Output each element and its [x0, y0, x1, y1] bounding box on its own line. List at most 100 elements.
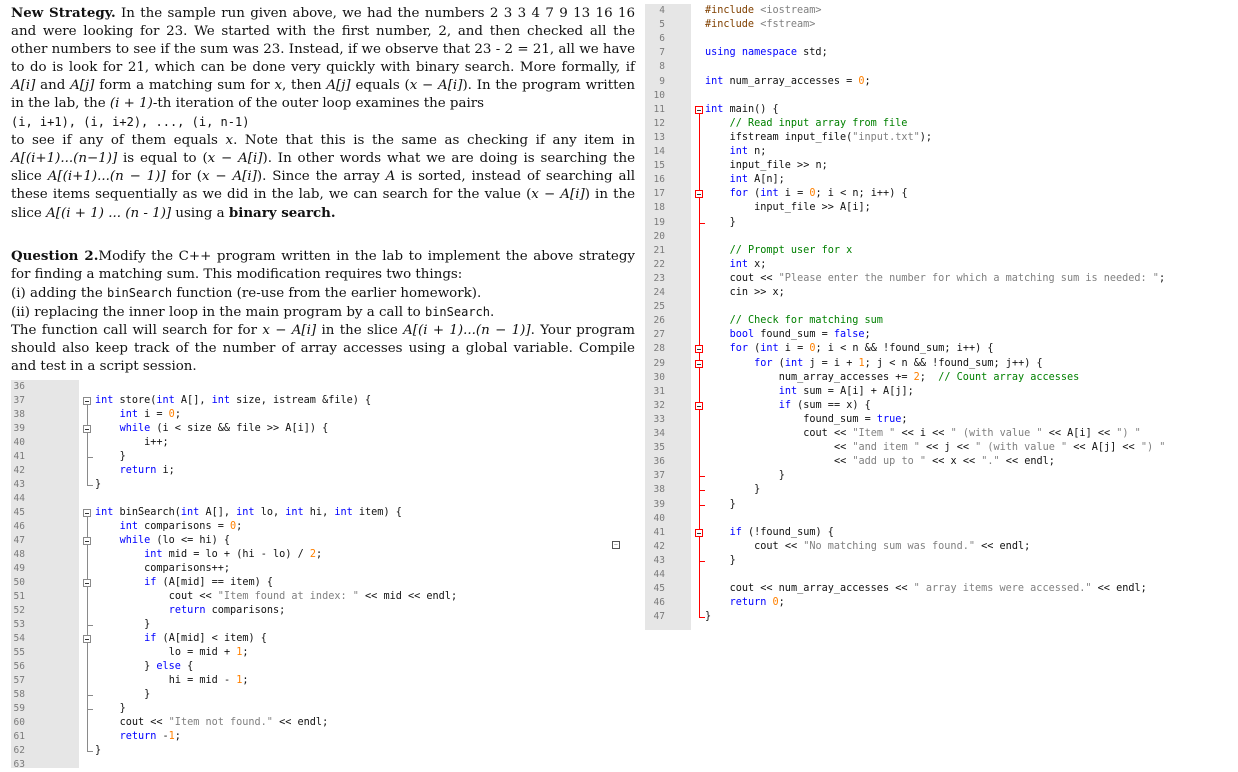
right-code-editor[interactable]: 4 #include <iostream> 5 #include <fstream> 6… — [645, 4, 1238, 630]
line-number: 44 — [13, 493, 25, 504]
code-line[interactable]: i++; — [95, 436, 169, 450]
code-line[interactable]: int main() { — [705, 103, 779, 117]
code-line[interactable]: int binSearch(int A[], int lo, int hi, i… — [95, 506, 402, 520]
code-keyword: false — [833, 329, 865, 341]
line-number: 17 — [653, 188, 665, 200]
code-line[interactable]: int sum = A[i] + A[j]; — [705, 385, 914, 399]
code-keyword: int — [285, 507, 304, 518]
fold-toggle-icon[interactable] — [83, 537, 91, 545]
code-token: } — [754, 484, 761, 496]
left-code-editor[interactable]: 36 37 int store(int A[], int size, istream… — [0, 380, 640, 770]
fold-toggle-icon[interactable] — [83, 425, 91, 433]
code-line[interactable]: while (lo <= hi) { — [95, 534, 231, 548]
fold-range-end — [87, 457, 93, 458]
code-line[interactable]: using namespace std; — [705, 46, 828, 60]
code-line[interactable]: int num_array_accesses = 0; — [705, 75, 871, 89]
code-line[interactable]: found_sum = true; — [705, 413, 908, 427]
fold-toggle-icon[interactable] — [695, 345, 703, 354]
fold-toggle-icon[interactable] — [695, 401, 703, 410]
code-line[interactable]: } — [95, 450, 126, 464]
code-line[interactable]: // Check for matching sum — [705, 314, 883, 328]
code-token: { — [827, 526, 834, 538]
code-line[interactable]: } — [705, 498, 736, 512]
code-line[interactable]: if (sum == x) { — [705, 399, 871, 413]
code-line[interactable]: } else { — [95, 660, 193, 674]
code-line[interactable]: return -1; — [95, 730, 181, 744]
line-number: 23 — [653, 272, 665, 284]
code-line[interactable]: num_array_accesses += 2; // Count array … — [705, 371, 1080, 385]
code-line[interactable]: } — [95, 688, 150, 702]
fold-toggle-icon[interactable] — [83, 579, 91, 587]
code-line[interactable]: int i = 0; — [95, 408, 181, 422]
code-line[interactable]: cin >> x; — [705, 286, 785, 300]
text-run: to see if any of them equals — [11, 133, 226, 148]
code-line[interactable]: for (int i = 0; i < n && !found_sum; i++… — [705, 342, 994, 356]
code-line[interactable]: } — [95, 744, 101, 758]
code-line[interactable]: int A[n]; — [705, 173, 785, 187]
code-line[interactable]: input_file >> A[i]; — [705, 201, 871, 215]
fold-toggle-icon[interactable] — [83, 397, 91, 405]
fold-range-end — [699, 476, 705, 478]
code-line[interactable]: while (i < size && file >> A[i]) { — [95, 422, 329, 436]
code-line[interactable]: // Read input array from file — [705, 117, 908, 131]
code-line[interactable]: if (A[mid] == item) { — [95, 576, 273, 590]
fold-toggle-icon[interactable] — [695, 105, 703, 114]
code-line[interactable]: input_file >> n; — [705, 159, 828, 173]
question-2-heading: Question 2. — [11, 248, 99, 264]
code-line[interactable]: for (int i = 0; i < n; i++) { — [705, 187, 908, 201]
fold-toggle-icon[interactable] — [695, 190, 703, 199]
code-line[interactable]: return comparisons; — [95, 604, 286, 618]
code-line[interactable]: hi = mid - 1; — [95, 674, 249, 688]
code-line[interactable]: int comparisons = 0; — [95, 520, 243, 534]
code-keyword: int — [211, 395, 231, 406]
code-line[interactable]: } — [95, 478, 101, 492]
fold-toggle-icon[interactable] — [83, 509, 91, 517]
code-line[interactable]: // Prompt user for x — [705, 244, 853, 258]
code-line[interactable]: int n; — [705, 145, 767, 159]
code-line[interactable]: if (A[mid] < item) { — [95, 632, 267, 646]
code-line[interactable]: cout << "Item not found." << endl; — [95, 716, 329, 730]
code-line[interactable]: } — [705, 610, 711, 624]
fold-toggle-icon[interactable] — [695, 528, 703, 537]
code-line[interactable]: ifstream input_file("input.txt"); — [705, 131, 932, 145]
code-line[interactable]: return 0; — [705, 596, 785, 610]
code-line[interactable]: lo = mid + 1; — [95, 646, 249, 660]
code-line[interactable]: cout << "Please enter the number for whi… — [705, 272, 1166, 286]
code-token: ; — [901, 413, 908, 425]
code-line[interactable]: cout << "Item found at index: " << mid <… — [95, 590, 457, 604]
code-line[interactable]: #include <iostream> — [705, 4, 822, 18]
code-line[interactable]: return i; — [95, 464, 175, 478]
code-line[interactable]: } — [705, 216, 736, 230]
code-line[interactable]: << "and item " << j << " (with value " <… — [705, 441, 1165, 455]
code-line[interactable]: cout << num_array_accesses << " array it… — [705, 582, 1147, 596]
text-run: form a matching sum for — [94, 78, 275, 93]
code-line[interactable]: if (!found_sum) { — [705, 526, 834, 540]
code-line[interactable]: cout << "Item " << i << " (with value " … — [705, 427, 1141, 441]
fold-toggle-icon[interactable]: − — [612, 541, 620, 549]
line-number: 52 — [13, 605, 25, 616]
code-comment: // Count array accesses — [938, 371, 1080, 383]
code-line[interactable]: } — [95, 618, 150, 632]
code-token: ; — [778, 287, 785, 298]
code-line[interactable]: comparisons++; — [95, 562, 230, 576]
code-line[interactable]: } — [705, 469, 785, 483]
code-line[interactable]: bool found_sum = false; — [705, 328, 871, 342]
code-line[interactable]: int mid = lo + (hi - lo) / 2; — [95, 548, 322, 562]
code-line[interactable]: int store(int A[], int size, istream &fi… — [95, 394, 371, 408]
fold-toggle-icon[interactable] — [695, 359, 703, 368]
line-number: 47 — [653, 611, 665, 623]
question-2-paragraph: Question 2.Modify the C++ program writte… — [11, 247, 635, 376]
code-token: ; — [223, 563, 231, 574]
code-line[interactable]: } — [705, 483, 760, 497]
code-line[interactable]: cout << "No matching sum was found." << … — [705, 540, 1030, 554]
code-preprocessor: #include — [705, 19, 755, 31]
code-line[interactable]: } — [95, 702, 126, 716]
code-line[interactable]: << "add up to " << x << "." << endl; — [705, 455, 1055, 469]
code-token: cout — [119, 717, 145, 728]
code-keyword: if — [729, 526, 742, 538]
code-line[interactable]: for (int j = i + 1; j < n && !found_sum;… — [705, 357, 1043, 371]
code-line[interactable]: #include <fstream> — [705, 18, 815, 32]
code-line[interactable]: int x; — [705, 258, 767, 272]
fold-toggle-icon[interactable] — [83, 635, 91, 643]
code-line[interactable]: } — [705, 554, 736, 568]
